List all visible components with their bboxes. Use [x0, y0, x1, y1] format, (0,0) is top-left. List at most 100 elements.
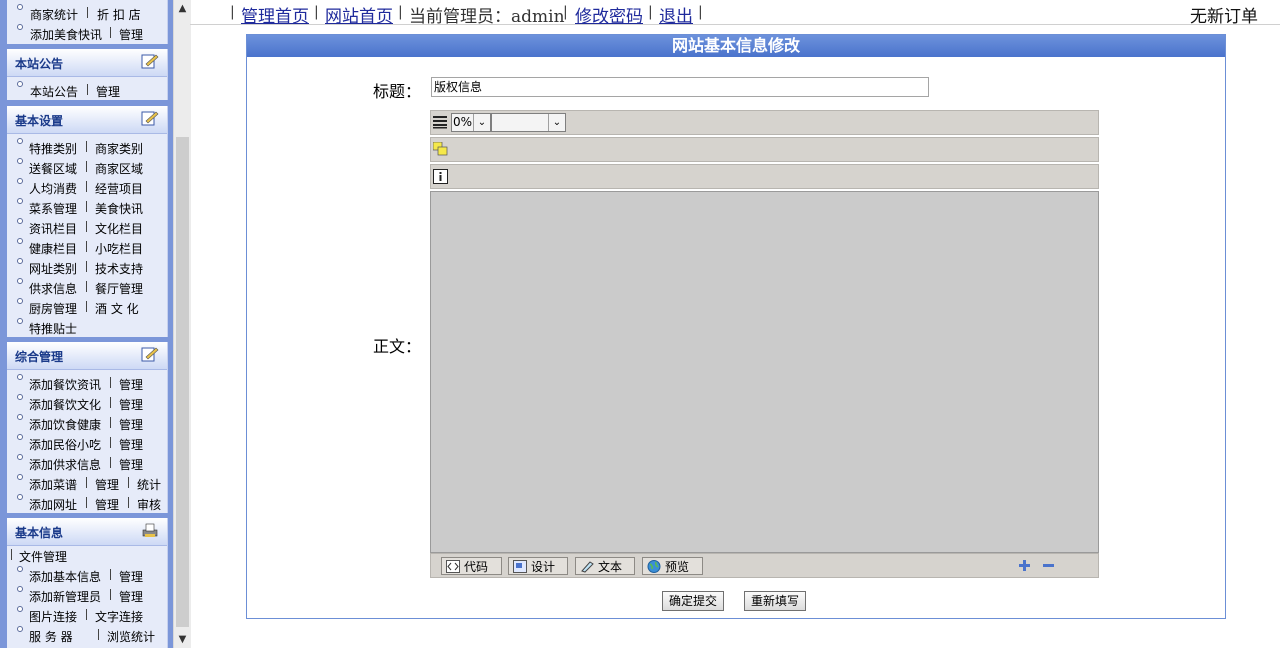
sidebar-link[interactable]: 添加新管理员	[29, 588, 101, 605]
separator	[86, 301, 87, 312]
sidebar-link[interactable]: 管理	[119, 416, 143, 433]
bullet-icon	[17, 4, 23, 10]
sidebar-link[interactable]: 商家统计	[30, 6, 78, 23]
title-input[interactable]: 版权信息	[431, 77, 929, 97]
sidebar-link[interactable]: 资讯栏目	[29, 220, 77, 237]
sidebar-link[interactable]: 酒 文 化	[95, 300, 139, 317]
scroll-down-icon[interactable]: ▼	[174, 631, 191, 648]
list-item: 图片连接 文字连接	[7, 605, 167, 625]
sidebar-link[interactable]: 技术支持	[95, 260, 143, 277]
sidebar-link[interactable]: 添加美食快讯	[30, 26, 102, 43]
preview-mode-button[interactable]: 预览	[642, 557, 703, 575]
sidebar-link[interactable]: 网址类别	[29, 260, 77, 277]
sidebar-link[interactable]: 经营项目	[95, 180, 143, 197]
sidebar-link[interactable]: 供求信息	[29, 280, 77, 297]
sidebar-link[interactable]: 浏览统计	[107, 628, 155, 645]
separator	[87, 84, 88, 95]
expand-plus-icon[interactable]	[1018, 559, 1031, 572]
sidebar-link[interactable]: 餐厅管理	[95, 280, 143, 297]
design-mode-button[interactable]: 设计	[508, 557, 568, 575]
sidebar-link[interactable]: 管理	[119, 568, 143, 585]
list-item: 本站公告 管理	[7, 80, 167, 100]
sidebar-link[interactable]: 管理	[119, 436, 143, 453]
panel-header[interactable]: 本站公告	[7, 49, 167, 77]
separator	[98, 629, 99, 640]
globe-icon	[647, 560, 661, 573]
sidebar-link[interactable]: 添加菜谱	[29, 476, 77, 493]
sidebar-link[interactable]: 文件管理	[19, 548, 67, 565]
sidebar-link[interactable]: 管理	[119, 588, 143, 605]
align-icon[interactable]	[433, 115, 447, 129]
text-mode-button[interactable]: 文本	[575, 557, 635, 575]
sidebar-link[interactable]: 统计	[137, 476, 161, 493]
edit-icon	[141, 111, 159, 126]
sidebar-link[interactable]: 添加餐饮文化	[29, 396, 101, 413]
font-select[interactable]: ⌄	[491, 113, 566, 132]
panel-header[interactable]: 基本信息	[7, 518, 167, 546]
sidebar-link[interactable]: 送餐区域	[29, 160, 77, 177]
sidebar-link[interactable]: 添加网址	[29, 496, 77, 513]
site-home-link[interactable]: 网站首页	[325, 2, 393, 27]
edit-icon	[141, 54, 159, 69]
info-icon[interactable]	[433, 169, 448, 184]
logout-link[interactable]: 退出	[659, 2, 693, 27]
sidebar-link[interactable]: 商家区域	[95, 160, 143, 177]
sidebar-link[interactable]: 文字连接	[95, 608, 143, 625]
submit-button[interactable]: 确定提交	[662, 591, 725, 611]
separator	[110, 417, 111, 428]
sidebar-link[interactable]: 管理	[119, 456, 143, 473]
list-item: 添加菜谱 管理 统计	[7, 473, 167, 493]
text-mode-label: 文本	[598, 560, 623, 574]
bullet-icon	[17, 434, 23, 440]
sidebar-link[interactable]: 管理	[95, 476, 119, 493]
sidebar-link[interactable]: 文化栏目	[95, 220, 143, 237]
sidebar-link[interactable]: 菜系管理	[29, 200, 77, 217]
sidebar-link[interactable]: 厨房管理	[29, 300, 77, 317]
reset-button[interactable]: 重新填写	[744, 591, 807, 611]
scroll-thumb[interactable]	[176, 137, 189, 627]
site-info-form: 网站基本信息修改 标题： 版权信息 正文： 0% ⌄ ⌄ 代码 设计 文本 预览…	[246, 34, 1226, 619]
separator: |	[230, 4, 235, 20]
sidebar-link[interactable]: 美食快讯	[95, 200, 143, 217]
shrink-minus-icon[interactable]	[1042, 559, 1055, 572]
sidebar-link[interactable]: 添加基本信息	[29, 568, 101, 585]
sidebar-link[interactable]: 健康栏目	[29, 240, 77, 257]
sidebar-link[interactable]: 商家类别	[95, 140, 143, 157]
sidebar-link[interactable]: 添加供求信息	[29, 456, 101, 473]
sidebar-link[interactable]: 审核	[137, 496, 161, 513]
code-mode-button[interactable]: 代码	[441, 557, 502, 575]
sidebar-link[interactable]: 特推贴士	[29, 320, 77, 337]
admin-home-link[interactable]: 管理首页	[241, 2, 309, 27]
sidebar-link[interactable]: 管理	[119, 376, 143, 393]
list-item: 添加餐饮资讯 管理	[7, 373, 167, 393]
sidebar-link[interactable]: 管理	[96, 83, 120, 100]
sidebar-scrollbar[interactable]: ▲ ▼	[173, 0, 191, 648]
insert-layer-icon[interactable]	[433, 142, 448, 156]
sidebar-link[interactable]: 服 务 器	[29, 628, 73, 645]
sidebar-link[interactable]: 添加饮食健康	[29, 416, 101, 433]
sidebar-link[interactable]: 本站公告	[30, 83, 78, 100]
change-password-link[interactable]: 修改密码	[575, 2, 643, 27]
panel-title: 本站公告	[15, 57, 64, 71]
panel-header[interactable]: 综合管理	[7, 342, 167, 370]
scroll-up-icon[interactable]: ▲	[174, 0, 191, 17]
sidebar-link[interactable]: 管理	[95, 496, 119, 513]
zoom-select[interactable]: 0% ⌄	[451, 113, 491, 132]
sidebar-link[interactable]: 图片连接	[29, 608, 77, 625]
sidebar-link[interactable]: 添加餐饮资讯	[29, 376, 101, 393]
bullet-icon	[17, 158, 23, 164]
editor-content-area[interactable]	[430, 191, 1099, 553]
sidebar-link[interactable]: 折 扣 店	[97, 6, 141, 23]
sidebar-link[interactable]: 特推类别	[29, 140, 77, 157]
bullet-icon	[17, 626, 23, 632]
separator	[110, 397, 111, 408]
sidebar-link[interactable]: 管理	[119, 26, 143, 43]
sidebar-link[interactable]: 人均消费	[29, 180, 77, 197]
sidebar-link[interactable]: 添加民俗小吃	[29, 436, 101, 453]
separator	[110, 437, 111, 448]
sidebar-link[interactable]: 管理	[119, 396, 143, 413]
rich-text-editor: 0% ⌄ ⌄ 代码 设计 文本 预览	[430, 110, 1099, 578]
bullet-icon	[17, 278, 23, 284]
panel-header[interactable]: 基本设置	[7, 106, 167, 134]
sidebar-link[interactable]: 小吃栏目	[95, 240, 143, 257]
